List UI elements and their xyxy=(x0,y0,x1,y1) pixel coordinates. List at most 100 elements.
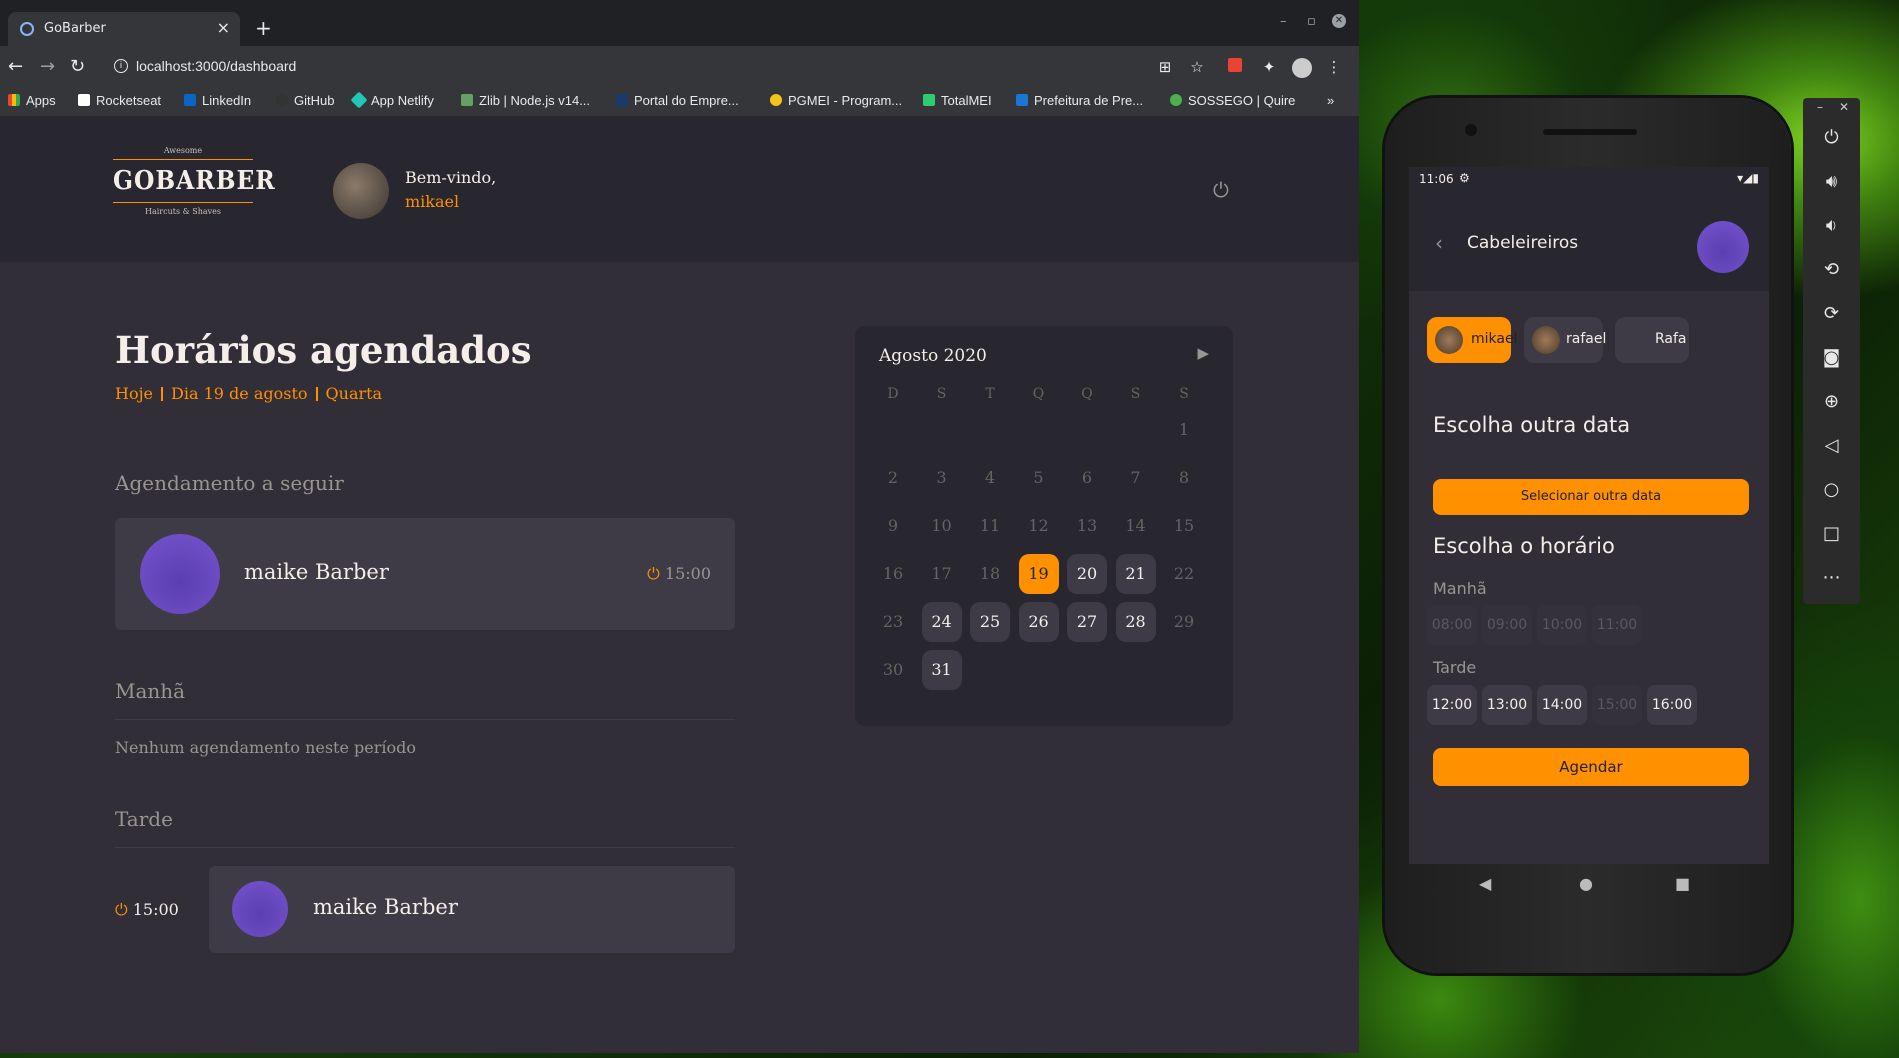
overview-icon[interactable]: □ xyxy=(1803,519,1860,549)
calendar-day[interactable]: 27 xyxy=(1067,602,1107,642)
bookmark-prefeitura[interactable]: Prefeitura de Pre... xyxy=(1016,93,1143,108)
url-text[interactable]: localhost:3000/dashboard xyxy=(136,58,296,74)
zoom-icon[interactable]: ⊕ xyxy=(1803,387,1860,417)
calendar-day: 4 xyxy=(984,468,996,487)
info-icon[interactable]: i xyxy=(114,59,128,73)
new-tab-icon[interactable]: + xyxy=(255,16,272,40)
bookmark-sossego[interactable]: SOSSEGO | Quire xyxy=(1170,93,1295,108)
android-phone: 11:06 ⚙ ▾◢▮ ‹ Cabeleireiros mikael rafae… xyxy=(1385,98,1791,973)
prefeitura-icon xyxy=(1016,94,1028,106)
calendar-day[interactable]: 26 xyxy=(1018,602,1059,642)
morning-label: Manhã xyxy=(1433,579,1487,598)
user-avatar[interactable] xyxy=(333,163,389,219)
bookmark-zlib[interactable]: Zlib | Node.js v14... xyxy=(461,93,590,108)
username-link[interactable]: mikael xyxy=(405,192,459,211)
hour-slot[interactable]: 12:00 xyxy=(1427,685,1477,725)
calendar-day: 12 xyxy=(1028,516,1049,535)
close-tab-icon[interactable]: × xyxy=(217,18,230,37)
recents-square-icon[interactable]: ■ xyxy=(1675,874,1690,893)
bookmark-linkedin[interactable]: LinkedIn xyxy=(184,93,251,108)
gobarber-logo[interactable]: Awesome GOBARBER Haircuts & Shaves xyxy=(113,146,275,230)
logo-name: GOBARBER xyxy=(113,159,275,203)
afternoon-section-label: Tarde xyxy=(115,807,173,831)
apps-grid-icon xyxy=(8,94,20,106)
bookmark-totalmei[interactable]: TotalMEI xyxy=(923,93,992,108)
linkedin-icon xyxy=(184,94,196,106)
menu-kebab-icon[interactable]: ⋮ xyxy=(1325,58,1343,76)
extension-red-icon[interactable] xyxy=(1226,58,1244,76)
bookmark-apps[interactable]: Apps xyxy=(8,93,56,108)
afternoon-barber-name: maike Barber xyxy=(313,895,458,919)
translate-icon[interactable]: ⊞ xyxy=(1156,58,1174,76)
bookmark-rocketseat[interactable]: Rocketseat xyxy=(78,93,161,108)
hour-slot[interactable]: 16:00 xyxy=(1647,685,1697,725)
calendar-day[interactable]: 31 xyxy=(921,650,962,690)
omnibox[interactable]: i localhost:3000/dashboard xyxy=(104,51,1164,83)
home-circle-icon[interactable]: ● xyxy=(1579,874,1593,893)
profile-avatar[interactable] xyxy=(1292,58,1312,78)
bookmark-netlify[interactable]: App Netlify xyxy=(350,91,434,109)
tab-title: GoBarber xyxy=(44,21,106,36)
calendar-day[interactable]: 21 xyxy=(1115,554,1156,594)
app-header: Awesome GOBARBER Haircuts & Shaves Bem-v… xyxy=(0,116,1359,262)
home-icon[interactable]: ○ xyxy=(1803,475,1860,505)
forward-arrow-icon[interactable]: → xyxy=(40,56,55,77)
divider xyxy=(115,719,735,720)
calendar-day[interactable]: 19 xyxy=(1018,554,1059,594)
pgmei-icon xyxy=(770,94,782,106)
calendar-day[interactable]: 20 xyxy=(1067,554,1107,594)
hour-slot: 09:00 xyxy=(1482,605,1532,645)
back-arrow-icon[interactable]: ← xyxy=(8,56,23,77)
star-icon[interactable]: ☆ xyxy=(1188,58,1206,76)
barber-avatar xyxy=(140,534,220,614)
emu-close-icon[interactable]: ✕ xyxy=(1839,100,1849,114)
maximize-icon[interactable]: ▫ xyxy=(1307,14,1316,29)
close-window-icon[interactable]: ✕ xyxy=(1332,14,1346,28)
camera-icon[interactable]: ◙ xyxy=(1803,343,1860,373)
calendar: Agosto 2020 ▶ D S T Q Q S S 1 2 3 4 5 6 7 8 9 10 11 12 13 14… xyxy=(855,326,1233,726)
calendar-day[interactable]: 28 xyxy=(1115,602,1156,642)
bookmark-github[interactable]: GitHub xyxy=(276,93,334,108)
power-icon[interactable]: ⏻ xyxy=(1803,123,1860,153)
bookmark-portal[interactable]: Portal do Empre... xyxy=(616,93,739,108)
emu-minimize-icon[interactable]: – xyxy=(1817,100,1823,114)
next-month-icon[interactable]: ▶ xyxy=(1197,344,1209,362)
back-icon[interactable]: ◁ xyxy=(1803,431,1860,461)
calendar-day: 18 xyxy=(979,564,1001,583)
morning-section-label: Manhã xyxy=(115,679,186,703)
user-avatar[interactable] xyxy=(1697,221,1749,273)
portal-icon xyxy=(616,94,628,106)
provider-rafael[interactable]: rafael xyxy=(1524,317,1606,363)
provider-avatar xyxy=(1532,326,1560,354)
calendar-day[interactable]: 25 xyxy=(970,602,1010,642)
volume-down-icon[interactable]: 🔉︎ xyxy=(1803,211,1860,241)
puzzle-icon[interactable]: ✦ xyxy=(1260,58,1278,76)
bookmark-pgmei[interactable]: PGMEI - Program... xyxy=(770,93,902,108)
provider-avatar xyxy=(1435,326,1463,354)
rotate-right-icon[interactable]: ⟳ xyxy=(1803,299,1860,329)
calendar-day: 10 xyxy=(931,516,952,535)
volume-up-icon[interactable]: 🔊︎ xyxy=(1803,167,1860,197)
rotate-left-icon[interactable]: ⟲ xyxy=(1803,255,1860,285)
provider-name: Rafa xyxy=(1655,331,1687,347)
more-icon[interactable]: ⋯ xyxy=(1803,563,1860,593)
minimize-icon[interactable]: – xyxy=(1280,14,1287,29)
select-date-button[interactable]: Selecionar outra data xyxy=(1433,479,1749,515)
calendar-day[interactable]: 24 xyxy=(921,602,962,642)
schedule-button[interactable]: Agendar xyxy=(1433,748,1749,786)
chevron-left-icon[interactable]: ‹ xyxy=(1435,231,1443,255)
bookmarks-overflow[interactable]: » xyxy=(1327,93,1334,108)
hour-slot[interactable]: 13:00 xyxy=(1482,685,1532,725)
provider-rafa[interactable]: Rafa xyxy=(1615,317,1689,363)
back-triangle-icon[interactable]: ◀ xyxy=(1479,874,1491,893)
hour-slot[interactable]: 14:00 xyxy=(1537,685,1587,725)
afternoon-label: Tarde xyxy=(1433,658,1477,677)
power-icon[interactable]: ⏻ xyxy=(1213,178,1233,202)
provider-mikael[interactable]: mikael xyxy=(1427,317,1517,363)
netlify-icon xyxy=(350,91,368,109)
browser-window: GoBarber × + – ▫ ✕ ← → ↻ i localhost:300… xyxy=(0,0,1359,1053)
choose-date-heading: Escolha outra data xyxy=(1433,413,1631,437)
tab-gobarber[interactable]: GoBarber × xyxy=(8,12,240,46)
weekday-label: Quarta xyxy=(325,384,383,403)
reload-icon[interactable]: ↻ xyxy=(70,56,85,77)
